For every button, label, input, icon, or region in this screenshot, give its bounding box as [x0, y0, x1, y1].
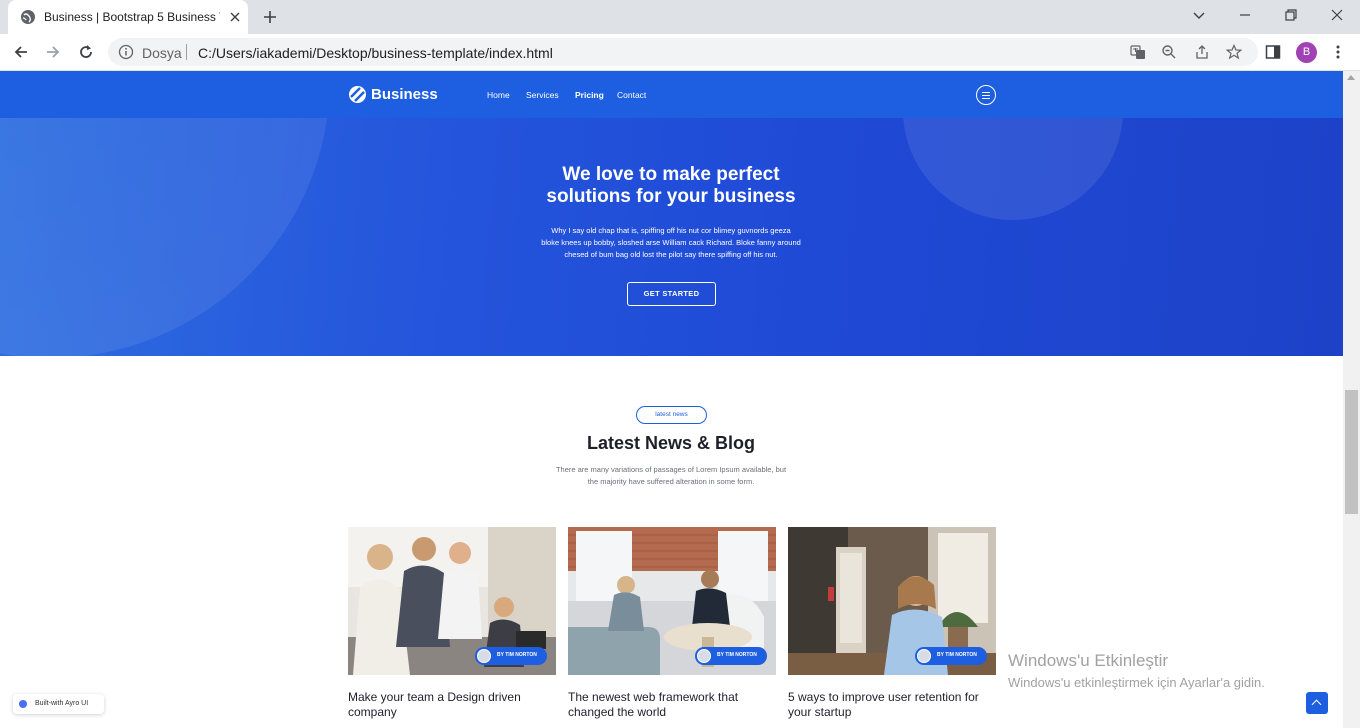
hero-description-line: bloke knees up bobby, sloshed arse Willi…	[541, 238, 801, 247]
blog-card-title[interactable]: The newest web framework that changed th…	[568, 690, 776, 720]
page-scrollbar[interactable]	[1343, 71, 1360, 728]
blog-card[interactable]: BY TIM NORTON The newest web framework t…	[568, 527, 776, 720]
browser-tab[interactable]: Business | Bootstrap 5 Business Te	[8, 0, 248, 34]
author-name: BY TIM NORTON	[497, 652, 537, 658]
address-bar[interactable]: Dosya C:/Users/iakademi/Desktop/business…	[108, 38, 1258, 66]
reload-icon[interactable]	[77, 43, 95, 61]
share-icon[interactable]	[1194, 44, 1210, 60]
windows-activation-watermark: Windows'u Etkinleştir Windows'u etkinleş…	[1008, 651, 1265, 690]
page-viewport: Business Home Services Pricing Contact W…	[0, 71, 1343, 728]
nav-services[interactable]: Services	[526, 90, 559, 100]
address-scheme: Dosya	[142, 45, 182, 61]
blog-card[interactable]: BY TIM NORTON 5 ways to improve user ret…	[788, 527, 996, 720]
blog-card-title[interactable]: Make your team a Design driven company	[348, 690, 556, 720]
nav-home[interactable]: Home	[487, 90, 510, 100]
ayro-logo-icon	[19, 700, 27, 708]
section-subtitle-line: There are many variations of passages of…	[555, 465, 787, 474]
watermark-title: Windows'u Etkinleştir	[1008, 651, 1169, 670]
author-badge[interactable]: BY TIM NORTON	[695, 647, 767, 665]
new-tab-icon[interactable]	[262, 9, 278, 25]
address-divider	[186, 44, 187, 60]
restore-icon[interactable]	[1284, 8, 1298, 22]
hero-title-line: solutions for your business	[546, 186, 796, 207]
zoom-icon[interactable]	[1161, 44, 1177, 60]
author-avatar	[917, 649, 931, 663]
info-icon[interactable]	[118, 44, 134, 60]
side-panel-icon[interactable]	[1265, 44, 1281, 60]
built-with-label: Built-with Ayro UI	[35, 700, 89, 707]
tab-title: Business | Bootstrap 5 Business Te	[44, 10, 220, 24]
blog-card-image[interactable]: BY TIM NORTON	[568, 527, 776, 675]
hero-description-line: Why I say old chap that is, spiffing off…	[551, 226, 791, 235]
get-started-button[interactable]: GET STARTED	[627, 282, 716, 306]
minimize-icon[interactable]	[1238, 8, 1252, 22]
brand-name[interactable]: Business	[371, 86, 438, 103]
bookmark-star-icon[interactable]	[1226, 44, 1242, 60]
hero-title: We love to make perfect solutions for yo…	[471, 164, 871, 208]
hero-decor-circle	[0, 118, 330, 356]
author-avatar	[477, 649, 491, 663]
profile-avatar[interactable]: B	[1296, 42, 1317, 63]
browser-tabstrip: Business | Bootstrap 5 Business Te	[0, 0, 1360, 34]
hero-title-line: We love to make perfect	[562, 164, 780, 185]
built-with-badge[interactable]: Built-with Ayro UI	[13, 694, 104, 714]
hero-decor-circle	[903, 118, 1123, 220]
blog-card-image[interactable]: BY TIM NORTON	[788, 527, 996, 675]
blog-card-title[interactable]: 5 ways to improve user retention for you…	[788, 690, 996, 720]
address-url[interactable]: C:/Users/iakademi/Desktop/business-templ…	[198, 45, 553, 61]
back-to-top-button[interactable]	[1306, 692, 1328, 714]
author-badge[interactable]: BY TIM NORTON	[475, 647, 547, 665]
back-icon[interactable]	[12, 43, 30, 61]
blog-card[interactable]: BY TIM NORTON Make your team a Design dr…	[348, 527, 556, 720]
nav-pricing[interactable]: Pricing	[575, 90, 604, 100]
section-subtitle-line: the majority have suffered alteration in…	[587, 477, 755, 486]
translate-icon[interactable]	[1130, 44, 1146, 60]
brand-logo-icon[interactable]	[349, 86, 366, 103]
hero-description-line: chesed of bum bag old lost the pilot say…	[564, 250, 778, 259]
browser-toolbar: Dosya C:/Users/iakademi/Desktop/business…	[0, 34, 1360, 71]
blog-card-image[interactable]: BY TIM NORTON	[348, 527, 556, 675]
more-menu-icon[interactable]	[1330, 44, 1346, 60]
hero-section: We love to make perfect solutions for yo…	[0, 118, 1343, 356]
hero-description: Why I say old chap that is, spiffing off…	[521, 225, 821, 261]
section-title: Latest News & Blog	[586, 433, 756, 453]
author-name: BY TIM NORTON	[937, 652, 977, 658]
forward-icon[interactable]	[44, 43, 62, 61]
scroll-up-arrow-icon[interactable]	[1347, 75, 1355, 80]
author-avatar	[697, 649, 711, 663]
latest-news-badge: latest news	[636, 406, 707, 424]
window-close-icon[interactable]	[1330, 8, 1344, 22]
globe-icon	[21, 10, 35, 24]
tab-search-chevron-icon[interactable]	[1192, 8, 1206, 22]
author-badge[interactable]: BY TIM NORTON	[915, 647, 987, 665]
nav-contact[interactable]: Contact	[617, 90, 646, 100]
hamburger-menu-icon[interactable]	[976, 85, 996, 105]
author-name: BY TIM NORTON	[717, 652, 757, 658]
close-icon[interactable]	[228, 10, 242, 24]
site-header: Business Home Services Pricing Contact	[0, 71, 1343, 118]
section-subtitle: There are many variations of passages of…	[531, 464, 811, 488]
scrollbar-thumb[interactable]	[1345, 390, 1358, 514]
watermark-subtitle: Windows'u etkinleştirmek için Ayarlar'a …	[1008, 675, 1265, 690]
